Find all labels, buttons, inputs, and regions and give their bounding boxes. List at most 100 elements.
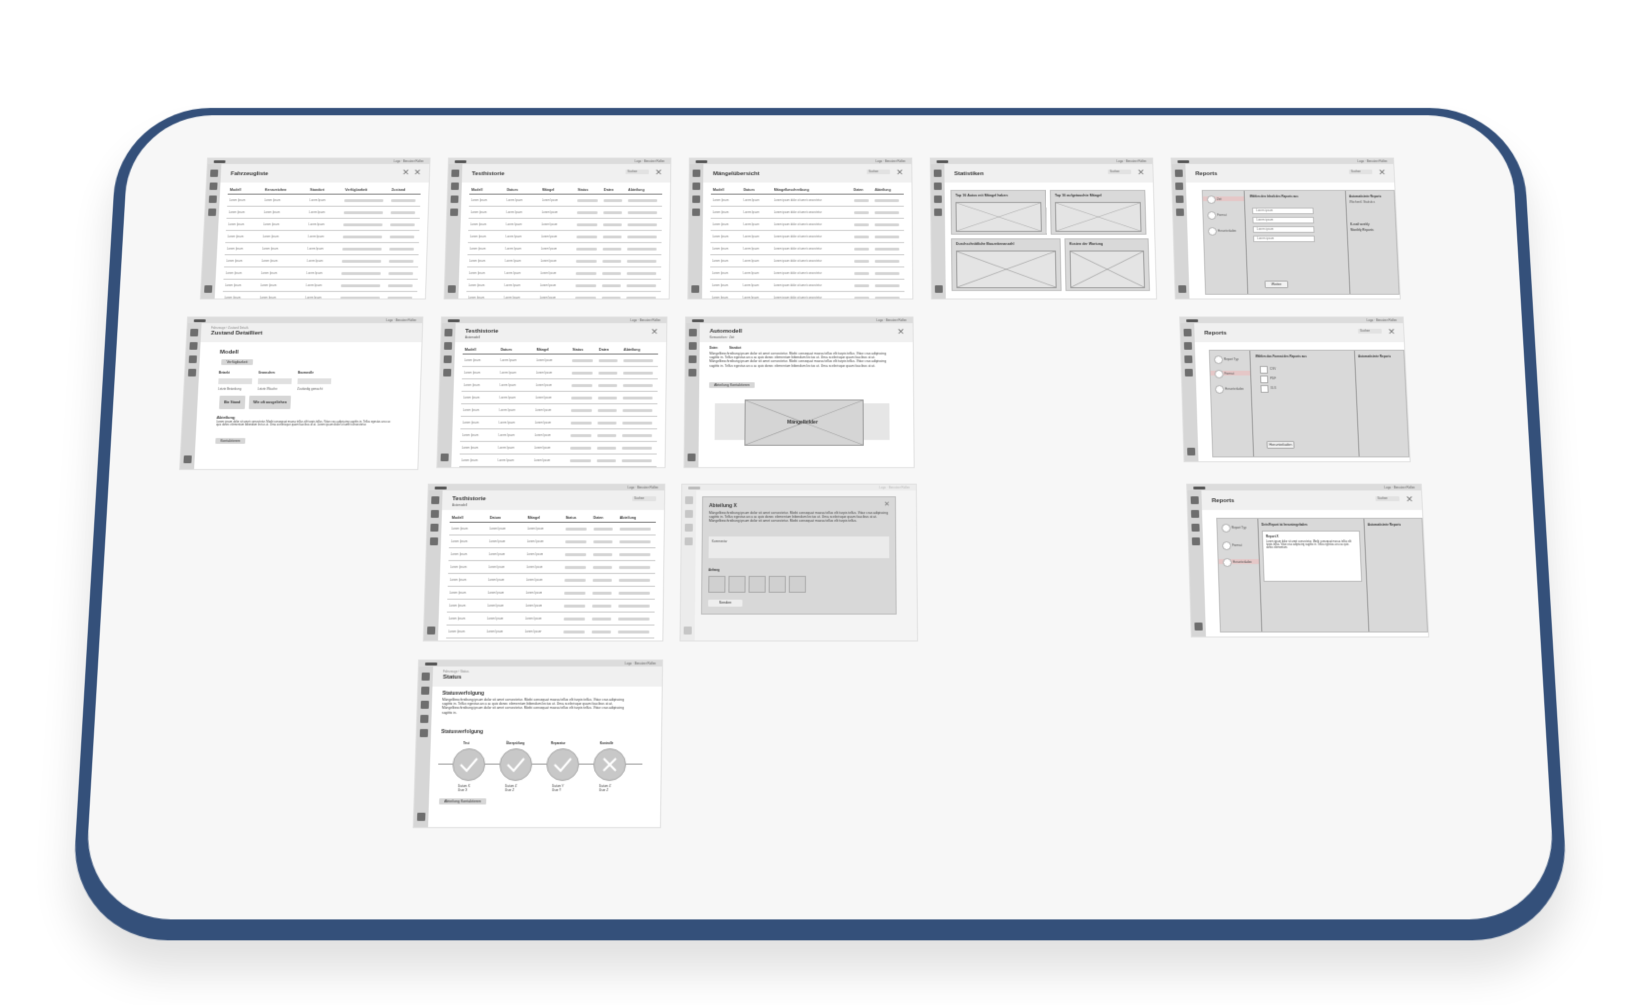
table-row[interactable]: Lorem Ipsum Lorem Ipsum Lorem Ipsum: [447, 612, 655, 625]
logout-icon[interactable]: [1194, 623, 1202, 631]
table-row[interactable]: Lorem Ipsum Lorem Ipsum Lorem ipsum dolor …: [710, 279, 904, 291]
nav-icon[interactable]: [444, 355, 452, 363]
nav-icon[interactable]: [1185, 369, 1193, 377]
content-dropdown[interactable]: Lorem ipsum: [1253, 236, 1315, 243]
nav-icon[interactable]: [1191, 524, 1199, 532]
column-header[interactable]: Modell: [228, 186, 263, 194]
nav-icon[interactable]: [693, 170, 701, 177]
column-header[interactable]: Mängel: [525, 514, 563, 522]
logout-icon[interactable]: [204, 285, 212, 293]
user-role-text[interactable]: Logo · Benutzer Rollen: [1367, 318, 1397, 322]
attachment-slot[interactable]: [708, 576, 725, 593]
user-role-text[interactable]: Logo · Benutzer Rollen: [876, 159, 906, 163]
close-icon[interactable]: ✕: [883, 501, 891, 509]
close-icon[interactable]: ✕: [402, 169, 410, 176]
nav-icon[interactable]: [420, 715, 428, 723]
value-field[interactable]: [258, 378, 292, 384]
side-item[interactable]: Monthly Reports: [1350, 228, 1373, 232]
next-button[interactable]: Weiter: [1265, 281, 1289, 289]
close-icon[interactable]: ✕: [1405, 495, 1413, 503]
nav-icon[interactable]: [451, 196, 459, 203]
stat-panel[interactable]: Top 10 Autos mit Mängel haben: [950, 190, 1046, 235]
search-input[interactable]: Suchen: [1375, 496, 1399, 501]
table-row[interactable]: Lorem Ipsum Lorem Ipsum Lorem Ipsum: [223, 267, 418, 279]
logout-icon[interactable]: [684, 627, 692, 635]
search-input[interactable]: Suchen: [1358, 329, 1382, 334]
column-header[interactable]: Mängel: [534, 346, 570, 354]
nav-icon[interactable]: [443, 369, 451, 377]
attachment-slot[interactable]: [728, 576, 745, 593]
table-row[interactable]: Lorem Ipsum Lorem Ipsum Lorem Ipsum: [222, 291, 417, 299]
table-row[interactable]: Lorem Ipsum Lorem Ipsum Lorem ipsum dolor …: [710, 255, 904, 267]
user-role-text[interactable]: Logo · Benutzer Rollen: [625, 661, 656, 665]
nav-icon[interactable]: [1191, 496, 1199, 504]
nav-icon[interactable]: [430, 537, 438, 545]
column-header[interactable]: Modell: [450, 514, 488, 522]
close-icon[interactable]: ✕: [897, 328, 905, 336]
table-row[interactable]: Lorem Ipsum Lorem Ipsum Lorem Ipsum: [447, 599, 655, 612]
column-header[interactable]: Abteilung: [873, 186, 904, 194]
table-row[interactable]: Lorem Ipsum Lorem Ipsum Lorem ipsum dolor …: [711, 218, 904, 230]
search-input[interactable]: Suchen: [625, 170, 648, 175]
download-button[interactable]: Herunterladen: [1266, 441, 1294, 449]
nav-icon[interactable]: [934, 196, 942, 203]
column-header[interactable]: Abteilung: [626, 186, 662, 194]
side-item[interactable]: Wöchentl. Statistics: [1349, 200, 1375, 204]
breadcrumb[interactable]: Fahrzeuge › Status: [443, 670, 469, 674]
table-row[interactable]: Lorem Ipsum Lorem Ipsum Lorem ipsum dolor …: [711, 206, 904, 218]
table-row[interactable]: Lorem Ipsum Lorem Ipsum Lorem Ipsum: [468, 230, 662, 242]
table-row[interactable]: Lorem Ipsum Lorem Ipsum Lorem ipsum dolor …: [710, 267, 904, 279]
step-radio[interactable]: [1208, 227, 1217, 235]
logout-icon[interactable]: [441, 454, 449, 462]
column-header[interactable]: Daten: [602, 186, 627, 194]
value-field[interactable]: [218, 378, 252, 384]
nav-icon[interactable]: [685, 496, 693, 504]
column-header[interactable]: Modell: [469, 186, 505, 194]
nav-icon[interactable]: [431, 496, 439, 504]
nav-icon[interactable]: [1175, 170, 1183, 177]
table-row[interactable]: Lorem Ipsum Lorem Ipsum Lorem Ipsum: [460, 429, 657, 442]
logout-icon[interactable]: [1187, 448, 1195, 456]
table-row[interactable]: Lorem Ipsum Lorem Ipsum Lorem Ipsum: [468, 243, 662, 255]
close-icon[interactable]: ✕: [1137, 169, 1145, 176]
nav-icon[interactable]: [451, 170, 459, 177]
contact-department-button[interactable]: Abteilung Kontaktieren: [709, 382, 755, 388]
step-radio[interactable]: [1214, 355, 1223, 364]
nav-icon[interactable]: [1175, 183, 1183, 190]
user-role-text[interactable]: Logo · Benutzer Rollen: [628, 485, 659, 489]
nav-icon[interactable]: [1176, 196, 1184, 203]
logout-icon[interactable]: [935, 285, 943, 293]
table-row[interactable]: Lorem Ipsum Lorem Ipsum Lorem ipsum dolor …: [711, 194, 904, 206]
nav-icon[interactable]: [420, 729, 428, 737]
content-dropdown[interactable]: Lorem ipsum: [1253, 226, 1315, 233]
logout-icon[interactable]: [448, 285, 456, 293]
column-header[interactable]: Kennzeichen: [263, 186, 308, 194]
nav-icon[interactable]: [689, 355, 697, 363]
table-row[interactable]: Lorem Ipsum Lorem Ipsum Lorem Ipsum: [223, 279, 418, 291]
column-header[interactable]: Datum: [488, 514, 526, 522]
table-row[interactable]: Lorem Ipsum Lorem Ipsum Lorem Ipsum: [448, 573, 655, 586]
nav-icon[interactable]: [685, 510, 693, 518]
contact-department-button[interactable]: Abteilung Kontaktieren: [439, 798, 486, 804]
step-radio[interactable]: [1221, 524, 1230, 533]
table-row[interactable]: Lorem Ipsum Lorem Ipsum Lorem Ipsum: [459, 454, 656, 467]
nav-icon[interactable]: [689, 329, 697, 337]
logout-icon[interactable]: [1178, 285, 1186, 293]
user-role-text[interactable]: Logo · Benutzer Rollen: [879, 485, 910, 489]
column-header[interactable]: Standort: [308, 186, 343, 194]
table-row[interactable]: Lorem Ipsum Lorem Ipsum Lorem ipsum dolor …: [710, 230, 904, 242]
column-header[interactable]: Datum: [505, 186, 541, 194]
table-row[interactable]: Lorem Ipsum Lorem Ipsum Lorem Ipsum: [224, 255, 418, 267]
table-row[interactable]: Lorem Ipsum Lorem Ipsum Lorem Ipsum: [226, 206, 420, 218]
nav-icon[interactable]: [209, 196, 217, 203]
nav-icon[interactable]: [685, 537, 693, 545]
close-icon[interactable]: ✕: [1387, 328, 1395, 336]
nav-icon[interactable]: [209, 183, 217, 190]
stat-panel[interactable]: Durchschnittliche Bauzeitenanzahl: [951, 238, 1062, 291]
nav-icon[interactable]: [421, 687, 429, 695]
column-header[interactable]: Datum: [499, 346, 535, 354]
close-icon[interactable]: ✕: [650, 328, 658, 336]
table-row[interactable]: Lorem Ipsum Lorem Ipsum Lorem Ipsum: [225, 230, 419, 242]
nav-icon[interactable]: [934, 183, 942, 190]
table-row[interactable]: Lorem Ipsum Lorem Ipsum Lorem Ipsum: [460, 441, 657, 454]
